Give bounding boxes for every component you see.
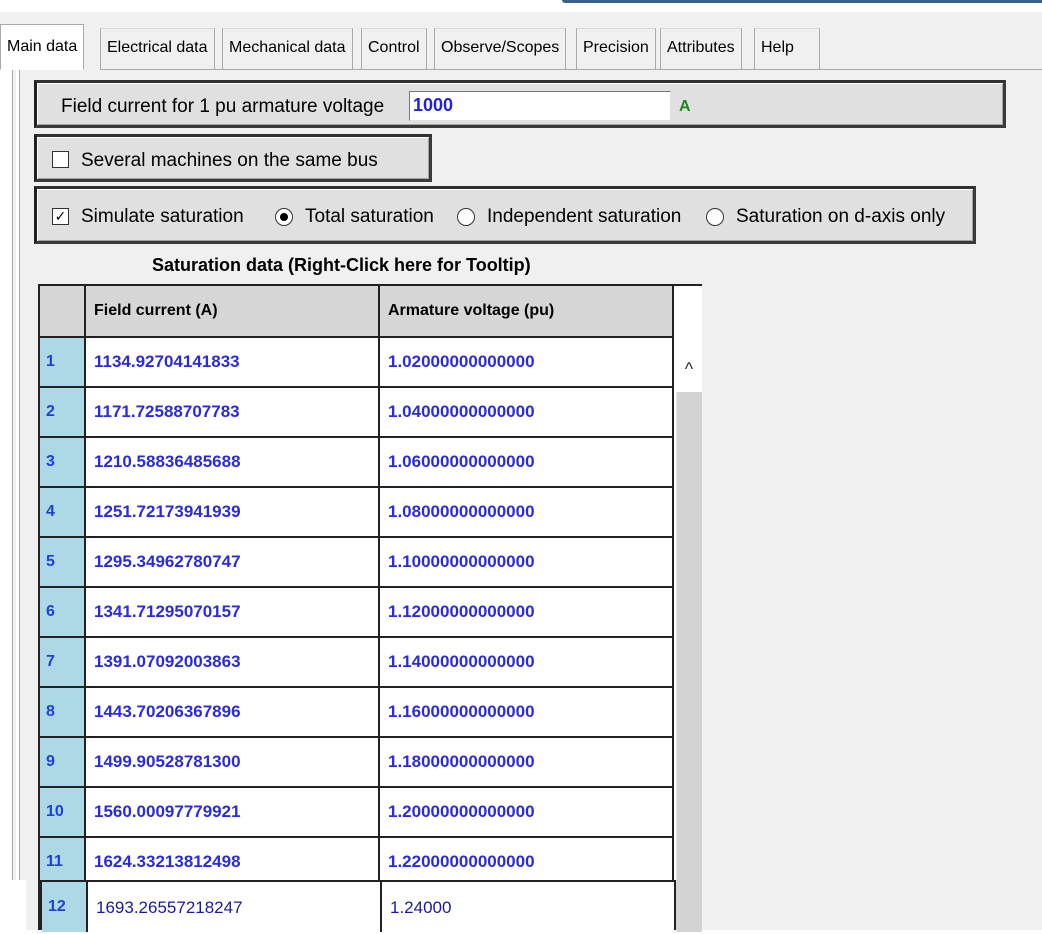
table-row: 8 1443.70206367896 1.16000000000000 — [40, 688, 674, 738]
table-row: 3 1210.58836485688 1.06000000000000 — [40, 438, 674, 488]
field-current-unit: A — [679, 98, 691, 115]
independent-saturation-radio[interactable] — [457, 208, 475, 226]
d-axis-saturation-label: Saturation on d-axis only — [736, 206, 946, 227]
armature-voltage-cell[interactable]: 1.04000000000000 — [380, 388, 674, 436]
row-number: 10 — [40, 788, 86, 836]
overlay-left-edge — [12, 880, 26, 930]
saturation-panel: ✓ Simulate saturation Total saturation I… — [34, 186, 976, 244]
simulate-saturation-label: Simulate saturation — [81, 206, 244, 227]
simulate-saturation-checkbox[interactable]: ✓ — [52, 208, 69, 225]
table-row: 4 1251.72173941939 1.08000000000000 — [40, 488, 674, 538]
saturation-table-title[interactable]: Saturation data (Right-Click here for To… — [152, 255, 531, 276]
scroll-up-icon[interactable]: ^ — [676, 338, 702, 392]
row-number: 3 — [40, 438, 86, 486]
armature-voltage-cell[interactable]: 1.22000000000000 — [380, 838, 674, 886]
tab-mechanical-data[interactable]: Mechanical data — [222, 28, 353, 70]
several-machines-panel: Several machines on the same bus — [34, 134, 432, 182]
total-saturation-label: Total saturation — [305, 206, 434, 227]
tab-electrical-data[interactable]: Electrical data — [100, 28, 215, 70]
tab-control[interactable]: Control — [361, 28, 427, 70]
row-number: 2 — [40, 388, 86, 436]
row-number: 4 — [40, 488, 86, 536]
saturation-table: Field current (A) Armature voltage (pu) … — [38, 284, 702, 932]
armature-voltage-cell[interactable]: 1.12000000000000 — [380, 588, 674, 636]
table-row: 1 1134.92704141833 1.02000000000000 — [40, 338, 674, 388]
field-current-panel: Field current for 1 pu armature voltage … — [34, 80, 1006, 128]
radio-selected-dot — [280, 213, 288, 221]
window-top-edge — [0, 0, 1042, 12]
tab-observe-scopes[interactable]: Observe/Scopes — [434, 28, 567, 70]
table-row: 7 1391.07092003863 1.14000000000000 — [40, 638, 674, 688]
page-inner-border — [16, 70, 20, 930]
row-number: 12 — [42, 882, 88, 932]
several-machines-checkbox[interactable] — [52, 151, 69, 168]
tab-precision[interactable]: Precision — [576, 28, 656, 70]
field-current-cell[interactable]: 1499.90528781300 — [86, 738, 380, 786]
column-header-armature-voltage[interactable]: Armature voltage (pu) — [380, 286, 674, 338]
table-row: 6 1341.71295070157 1.12000000000000 — [40, 588, 674, 638]
tab-strip: Main data Electrical data Mechanical dat… — [0, 12, 1042, 70]
armature-voltage-cell[interactable]: 1.14000000000000 — [380, 638, 674, 686]
field-current-cell[interactable]: 1391.07092003863 — [86, 638, 380, 686]
row-number: 8 — [40, 688, 86, 736]
row-number: 9 — [40, 738, 86, 786]
table-row: 10 1560.00097779921 1.20000000000000 — [40, 788, 674, 838]
armature-voltage-cell[interactable]: 1.02000000000000 — [380, 338, 674, 386]
armature-voltage-cell[interactable]: 1.18000000000000 — [380, 738, 674, 786]
field-current-cell[interactable]: 1560.00097779921 — [86, 788, 380, 836]
table-row-editing: 12 1693.26557218247 1.24000 — [40, 880, 676, 932]
row-header-corner — [40, 286, 86, 338]
field-current-cell[interactable]: 1443.70206367896 — [86, 688, 380, 736]
column-header-field-current[interactable]: Field current (A) — [86, 286, 380, 338]
field-current-cell[interactable]: 1210.58836485688 — [86, 438, 380, 486]
armature-voltage-cell[interactable]: 1.10000000000000 — [380, 538, 674, 586]
row-number: 5 — [40, 538, 86, 586]
table-row: 5 1295.34962780747 1.10000000000000 — [40, 538, 674, 588]
field-current-cell[interactable]: 1624.33213812498 — [86, 838, 380, 886]
total-saturation-radio[interactable] — [275, 208, 293, 226]
armature-voltage-cell[interactable]: 1.06000000000000 — [380, 438, 674, 486]
table-row: 2 1171.72588707783 1.04000000000000 — [40, 388, 674, 438]
field-current-cell[interactable]: 1171.72588707783 — [86, 388, 380, 436]
armature-voltage-cell[interactable]: 1.16000000000000 — [380, 688, 674, 736]
tab-attributes[interactable]: Attributes — [660, 28, 742, 70]
row-number: 11 — [40, 838, 86, 886]
field-current-input[interactable]: 1000 — [409, 91, 671, 121]
field-current-cell[interactable]: 1693.26557218247 — [88, 882, 382, 932]
table-vertical-scrollbar[interactable] — [676, 338, 702, 932]
several-machines-label: Several machines on the same bus — [81, 150, 378, 171]
field-current-cell[interactable]: 1295.34962780747 — [86, 538, 380, 586]
title-bar-edge — [562, 0, 1042, 3]
independent-saturation-label: Independent saturation — [487, 206, 682, 227]
d-axis-saturation-radio[interactable] — [706, 208, 724, 226]
armature-voltage-cell[interactable]: 1.24000 — [382, 882, 676, 932]
field-current-cell[interactable]: 1251.72173941939 — [86, 488, 380, 536]
row-number: 7 — [40, 638, 86, 686]
row-number: 1 — [40, 338, 86, 386]
armature-voltage-cell[interactable]: 1.20000000000000 — [380, 788, 674, 836]
table-row: 9 1499.90528781300 1.18000000000000 — [40, 738, 674, 788]
overlay-scrollbar-segment — [676, 880, 702, 930]
tab-help[interactable]: Help — [754, 28, 820, 70]
field-current-cell[interactable]: 1341.71295070157 — [86, 588, 380, 636]
armature-voltage-cell[interactable]: 1.08000000000000 — [380, 488, 674, 536]
row-number: 6 — [40, 588, 86, 636]
field-current-cell[interactable]: 1134.92704141833 — [86, 338, 380, 386]
field-current-label: Field current for 1 pu armature voltage — [61, 96, 385, 117]
tab-main-data[interactable]: Main data — [0, 24, 85, 70]
